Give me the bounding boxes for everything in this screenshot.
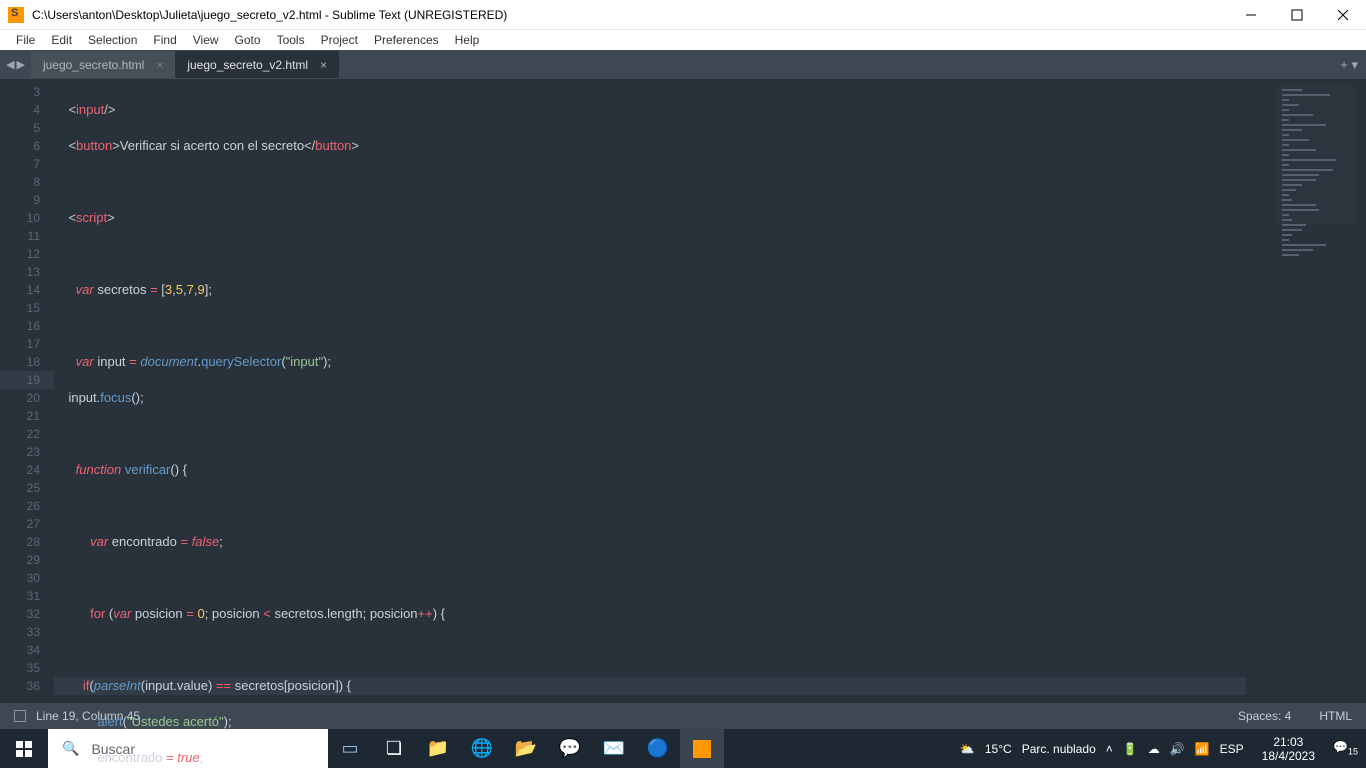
close-button[interactable] [1320, 0, 1366, 29]
line-number: 21 [0, 407, 54, 425]
close-tab-icon[interactable]: × [320, 58, 327, 72]
line-number: 10 [0, 209, 54, 227]
tab-file-2[interactable]: juego_secreto_v2.html × [175, 51, 339, 78]
syntax-setting[interactable]: HTML [1319, 709, 1352, 723]
line-number: 8 [0, 173, 54, 191]
line-number: 22 [0, 425, 54, 443]
line-number: 18 [0, 353, 54, 371]
window-title: C:\Users\anton\Desktop\Julieta\juego_sec… [32, 8, 1228, 22]
menu-view[interactable]: View [185, 33, 227, 47]
tabs-bar: ◀ ▶ juego_secreto.html × juego_secreto_v… [0, 50, 1366, 79]
minimize-button[interactable] [1228, 0, 1274, 29]
maximize-button[interactable] [1274, 0, 1320, 29]
line-number: 7 [0, 155, 54, 173]
nav-back-icon[interactable]: ◀ [6, 58, 14, 71]
menu-project[interactable]: Project [313, 33, 366, 47]
nav-fwd-icon[interactable]: ▶ [16, 58, 24, 71]
line-number: 3 [0, 83, 54, 101]
menu-find[interactable]: Find [145, 33, 184, 47]
line-number: 31 [0, 587, 54, 605]
date: 18/4/2023 [1262, 749, 1315, 763]
menu-tools[interactable]: Tools [269, 33, 313, 47]
menu-preferences[interactable]: Preferences [366, 33, 447, 47]
line-number: 25 [0, 479, 54, 497]
line-number: 29 [0, 551, 54, 569]
titlebar: C:\Users\anton\Desktop\Julieta\juego_sec… [0, 0, 1366, 30]
line-number: 6 [0, 137, 54, 155]
line-number: 13 [0, 263, 54, 281]
new-tab-button[interactable]: + ▾ [1332, 57, 1366, 73]
time: 21:03 [1262, 735, 1315, 749]
line-number: 17 [0, 335, 54, 353]
app-logo-icon [8, 7, 24, 23]
line-number: 28 [0, 533, 54, 551]
line-number: 34 [0, 641, 54, 659]
line-gutter: 3456789101112131415161718192021222324252… [0, 79, 54, 703]
line-number: 12 [0, 245, 54, 263]
notifications-icon[interactable]: 💬15 [1333, 740, 1358, 756]
line-number: 5 [0, 119, 54, 137]
menu-edit[interactable]: Edit [43, 33, 80, 47]
line-number: 32 [0, 605, 54, 623]
line-number: 15 [0, 299, 54, 317]
line-number: 27 [0, 515, 54, 533]
menu-goto[interactable]: Goto [227, 33, 269, 47]
line-number: 11 [0, 227, 54, 245]
line-number: 36 [0, 677, 54, 695]
tab-label: juego_secreto_v2.html [187, 58, 308, 72]
tab-file-1[interactable]: juego_secreto.html × [31, 51, 175, 78]
clock[interactable]: 21:03 18/4/2023 [1254, 735, 1323, 763]
tab-label: juego_secreto.html [43, 58, 144, 72]
start-button[interactable] [0, 741, 48, 757]
line-number: 20 [0, 389, 54, 407]
close-tab-icon[interactable]: × [156, 58, 163, 72]
line-number: 19 [0, 371, 54, 389]
line-number: 35 [0, 659, 54, 677]
panel-toggle-icon[interactable] [14, 710, 26, 722]
menu-help[interactable]: Help [447, 33, 488, 47]
line-number: 30 [0, 569, 54, 587]
line-number: 24 [0, 461, 54, 479]
menu-file[interactable]: File [8, 33, 43, 47]
menubar: File Edit Selection Find View Goto Tools… [0, 30, 1366, 50]
menu-selection[interactable]: Selection [80, 33, 145, 47]
line-number: 26 [0, 497, 54, 515]
minimap[interactable] [1246, 79, 1366, 703]
code-area[interactable]: <input/> <button>Verificar si acerto con… [54, 79, 1246, 703]
line-number: 9 [0, 191, 54, 209]
line-number: 23 [0, 443, 54, 461]
line-number: 14 [0, 281, 54, 299]
editor-area[interactable]: 3456789101112131415161718192021222324252… [0, 79, 1366, 703]
line-number: 4 [0, 101, 54, 119]
line-number: 33 [0, 623, 54, 641]
line-number: 16 [0, 317, 54, 335]
